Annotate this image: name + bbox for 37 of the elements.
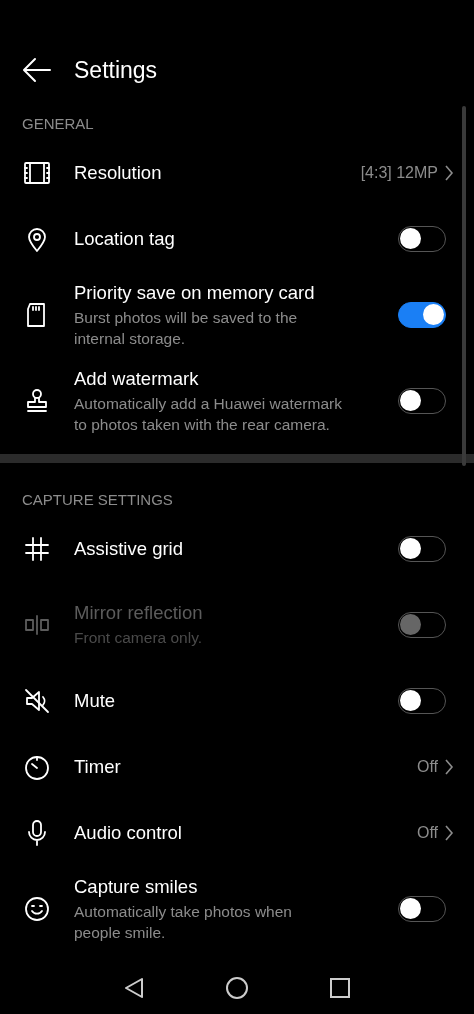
- mute-icon: [23, 687, 51, 715]
- setting-label[interactable]: Mute: [74, 690, 376, 712]
- setting-label[interactable]: Location tag: [74, 228, 376, 250]
- home-icon[interactable]: [225, 976, 249, 1000]
- chevron-icon: [444, 824, 454, 842]
- setting-description: Front camera only.: [74, 628, 204, 648]
- chevron-icon: [444, 758, 454, 776]
- back-icon[interactable]: [123, 976, 145, 1000]
- section-header: CAPTURE SETTINGS: [21, 491, 174, 508]
- smiley-icon: [23, 895, 51, 923]
- setting-label[interactable]: Priority save on memory card: [74, 281, 376, 304]
- toggle-switch[interactable]: [398, 688, 446, 714]
- chevron-icon: [444, 164, 454, 182]
- page-title: Settings: [74, 56, 158, 84]
- setting-label[interactable]: Assistive grid: [74, 538, 376, 560]
- timer-icon: [23, 753, 51, 781]
- setting-label[interactable]: Resolution: [74, 162, 339, 184]
- recents-icon[interactable]: [329, 977, 351, 999]
- back-arrow-icon[interactable]: [22, 57, 52, 83]
- toggle-switch[interactable]: [398, 896, 446, 922]
- toggle-switch[interactable]: [398, 226, 446, 252]
- toggle-switch[interactable]: [398, 388, 446, 414]
- setting-value: Off: [416, 758, 438, 776]
- setting-description: Burst photos will be saved to the internal storage.: [74, 307, 299, 349]
- setting-label[interactable]: Timer: [74, 756, 395, 778]
- toggle-switch[interactable]: [398, 536, 446, 562]
- setting-label[interactable]: Capture smiles: [74, 875, 376, 898]
- setting-label[interactable]: Add watermark: [74, 367, 376, 390]
- setting-value: Off: [416, 824, 438, 842]
- setting-label[interactable]: Audio control: [74, 822, 395, 844]
- section-header: GENERAL: [21, 115, 95, 132]
- film-icon: [23, 159, 51, 187]
- grid-icon: [23, 535, 51, 563]
- toggle-switch[interactable]: [398, 302, 446, 328]
- setting-value: [4:3] 12MP: [360, 164, 438, 182]
- setting-description: Automatically take photos when people smile.: [74, 901, 293, 943]
- setting-description: Automatically add a Huawei watermark to photos taken with the rear camera.: [74, 393, 342, 435]
